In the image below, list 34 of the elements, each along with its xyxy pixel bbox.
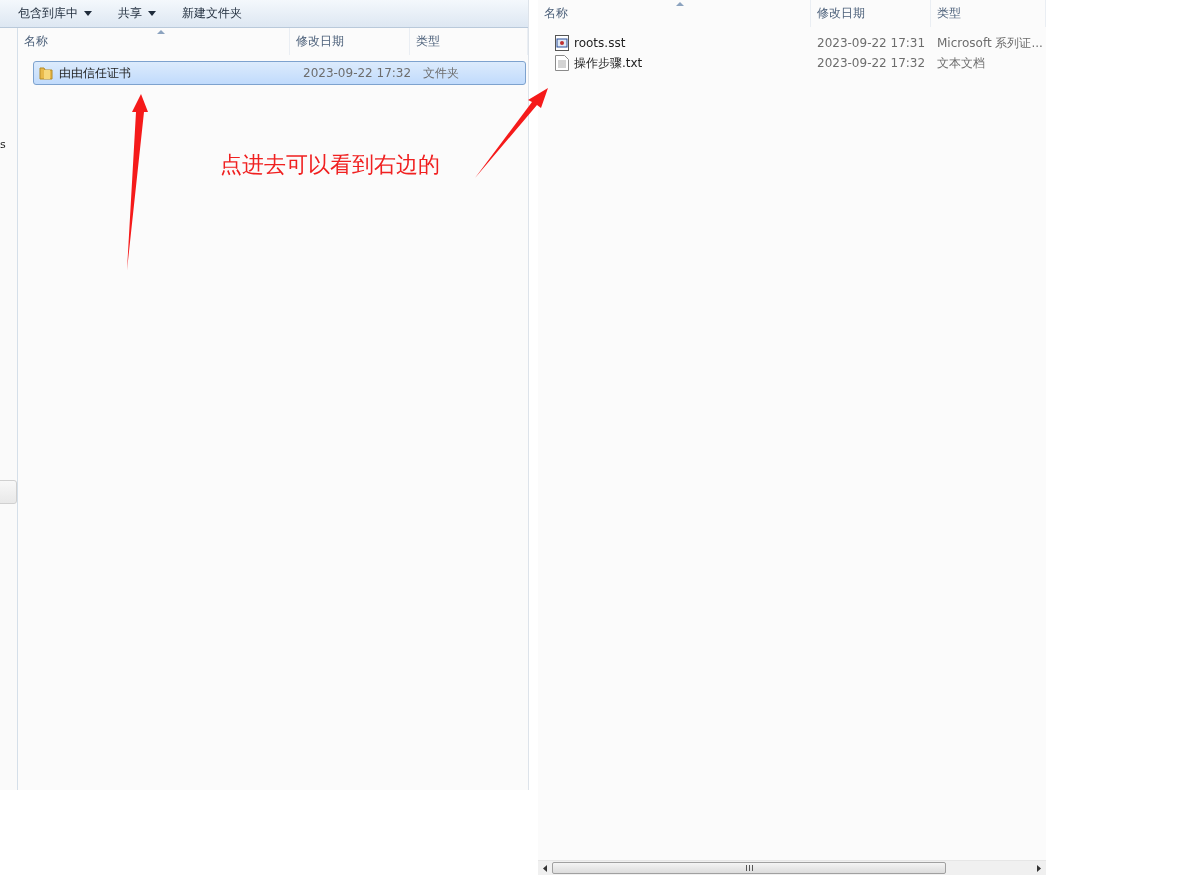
type-cell-text: 文件夹 [422, 64, 459, 82]
type-cell-text: 文本文档 [936, 54, 985, 72]
file-name: 操作步骤.txt [555, 54, 811, 72]
date-cell-text: 2023-09-22 17:31 [816, 36, 927, 50]
horizontal-scrollbar[interactable] [538, 860, 1046, 875]
annotation-text: 点进去可以看到右边的 [220, 151, 440, 179]
sort-ascending-icon[interactable] [676, 2, 684, 6]
certificate-file-icon [555, 35, 569, 51]
file-row[interactable]: 操作步骤.txt 2023-09-22 17:32 文本文档 [555, 53, 1046, 73]
toolbar-button[interactable]: 新建文件夹 [174, 3, 250, 24]
sort-ascending-icon[interactable] [157, 30, 165, 34]
scroll-left-icon[interactable] [543, 864, 547, 872]
file-name: roots.sst [555, 35, 811, 51]
scroll-right-icon[interactable] [1037, 864, 1041, 872]
column-header[interactable]: 类型 [410, 28, 528, 55]
grip-icon [745, 865, 753, 871]
toolbar-button[interactable]: 包含到库中 [10, 3, 100, 24]
date-cell-text: 2023-09-22 17:32 [816, 56, 927, 70]
column-header[interactable]: 修改日期 [290, 28, 410, 55]
file-row[interactable]: 由由信任证书 2023-09-22 17:32 文件夹 [33, 61, 526, 85]
column-header[interactable]: 类型 [931, 0, 1046, 27]
caret-icon [148, 11, 156, 16]
pane-button[interactable] [0, 480, 17, 504]
toolbar-button[interactable]: 共享 [110, 3, 164, 24]
folder-icon [38, 65, 54, 81]
file-name: 由由信任证书 [34, 64, 297, 82]
scroll-thumb[interactable] [552, 862, 946, 874]
type-cell-text: Microsoft 系列证... [936, 34, 1043, 52]
caret-icon [84, 11, 92, 16]
file-row[interactable]: roots.sst 2023-09-22 17:31 Microsoft 系列证... [555, 33, 1046, 53]
date-cell-text: 2023-09-22 17:32 [302, 66, 413, 80]
column-header[interactable]: 修改日期 [811, 0, 931, 27]
text-file-icon [555, 55, 569, 71]
nav-item-text: s [0, 138, 6, 151]
